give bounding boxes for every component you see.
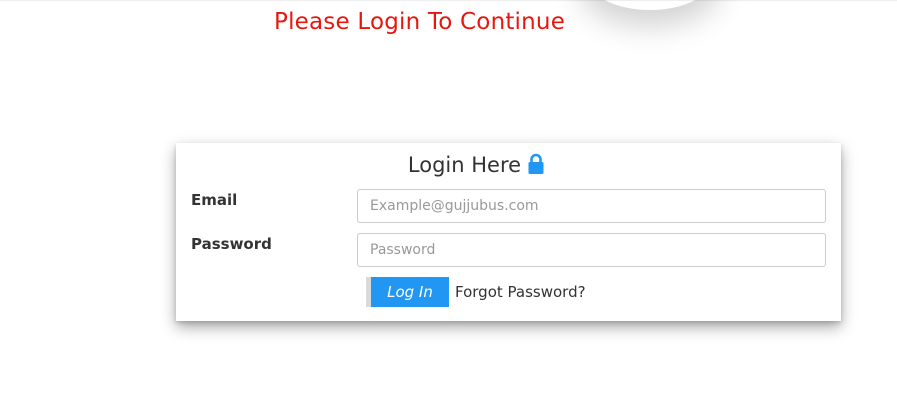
password-field[interactable] <box>357 233 826 267</box>
top-divider <box>0 0 897 1</box>
decorative-shadow <box>585 0 715 10</box>
login-page: Please Login To Continue Login Here Emai… <box>0 0 897 414</box>
email-field[interactable] <box>357 189 826 223</box>
login-button[interactable]: Log In <box>366 277 449 307</box>
login-card: Login Here Email Password Log In Forgot … <box>176 143 841 321</box>
login-actions: Log In Forgot Password? <box>366 277 586 307</box>
login-notice: Please Login To Continue <box>274 9 566 35</box>
login-title-wrap: Login Here <box>408 153 545 177</box>
email-label: Email <box>191 191 238 209</box>
lock-icon <box>527 153 545 175</box>
password-label: Password <box>191 235 272 253</box>
forgot-password-link[interactable]: Forgot Password? <box>455 283 586 301</box>
login-title: Login Here <box>407 153 522 177</box>
login-card-header: Login Here <box>176 153 841 177</box>
